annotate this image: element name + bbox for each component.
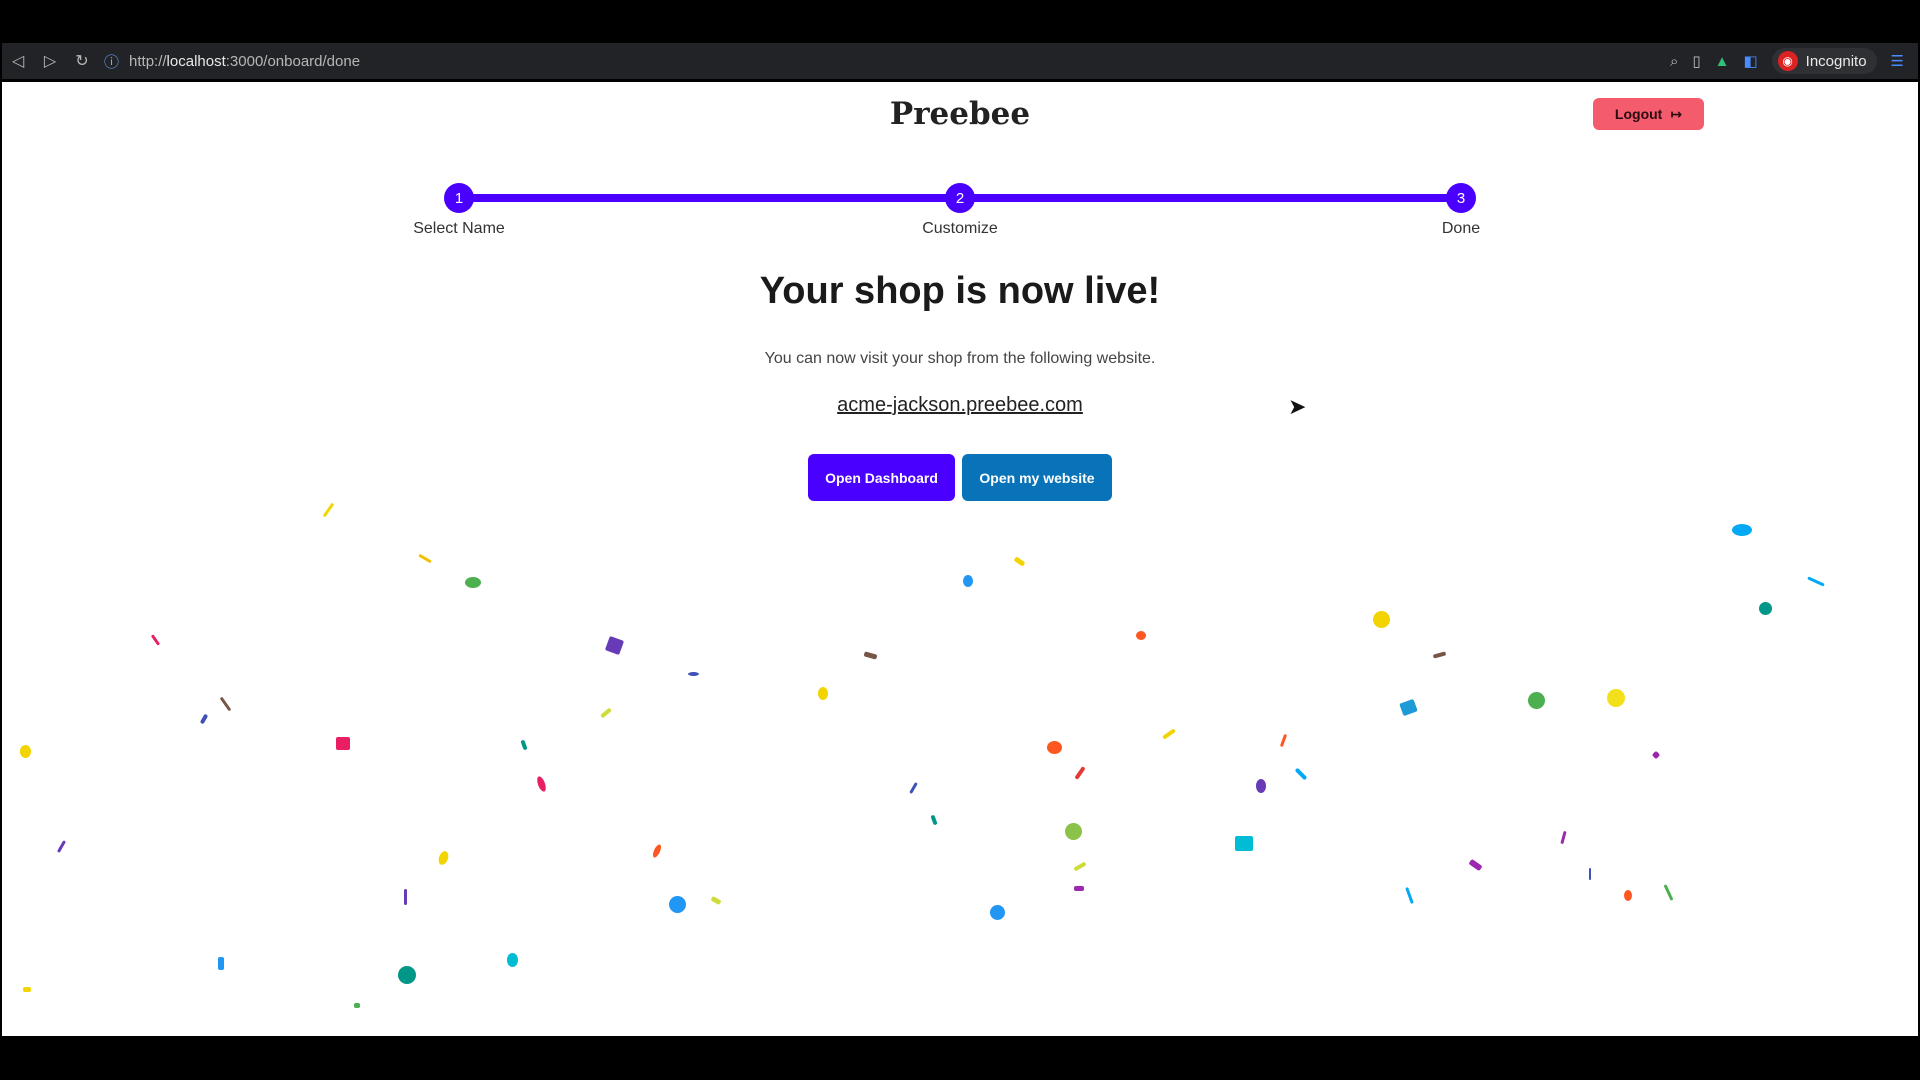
confetti bbox=[990, 905, 1005, 920]
open-website-button[interactable]: Open my website bbox=[962, 454, 1112, 501]
confetti bbox=[1235, 836, 1253, 851]
confetti bbox=[1589, 868, 1591, 880]
confetti bbox=[1651, 750, 1661, 760]
url-prefix: http:// bbox=[129, 52, 167, 70]
confetti bbox=[418, 553, 432, 564]
open-dashboard-button[interactable]: Open Dashboard bbox=[808, 454, 955, 501]
confetti bbox=[1013, 556, 1026, 567]
reload-icon[interactable]: ↻ bbox=[66, 43, 98, 79]
confetti bbox=[1732, 524, 1752, 536]
confetti bbox=[1528, 692, 1545, 709]
step-2-dot: 2 bbox=[945, 183, 975, 213]
confetti bbox=[1136, 631, 1146, 640]
confetti bbox=[1074, 766, 1086, 780]
confetti bbox=[669, 896, 686, 913]
confetti bbox=[909, 782, 918, 794]
confetti bbox=[507, 953, 518, 967]
confetti bbox=[219, 696, 232, 712]
confetti bbox=[818, 687, 828, 700]
confetti bbox=[1294, 767, 1308, 781]
confetti bbox=[1065, 823, 1082, 840]
confetti bbox=[863, 651, 878, 660]
confetti bbox=[1073, 861, 1087, 872]
confetti bbox=[963, 575, 973, 587]
confetti bbox=[1074, 886, 1084, 891]
confetti bbox=[20, 745, 31, 758]
confetti bbox=[436, 849, 451, 867]
logout-button[interactable]: Logout ↦ bbox=[1593, 98, 1704, 130]
confetti bbox=[1373, 611, 1390, 628]
incognito-badge[interactable]: ◉ Incognito bbox=[1771, 48, 1877, 74]
step-1-label: Select Name bbox=[413, 220, 505, 237]
confetti bbox=[1624, 890, 1632, 901]
confetti bbox=[199, 713, 209, 725]
url-path: :3000/onboard/done bbox=[225, 52, 361, 70]
confetti bbox=[1432, 651, 1447, 659]
confetti bbox=[336, 737, 350, 750]
confetti bbox=[1560, 830, 1567, 845]
confetti bbox=[1607, 689, 1625, 707]
step-2-label: Customize bbox=[922, 220, 998, 237]
confetti bbox=[354, 1003, 360, 1008]
confetti bbox=[1759, 602, 1772, 615]
confetti bbox=[1279, 733, 1288, 748]
confetti bbox=[404, 889, 407, 905]
logout-label: Logout bbox=[1614, 106, 1663, 122]
confetti bbox=[535, 775, 548, 793]
confetti bbox=[1162, 728, 1176, 740]
step-3-label: Done bbox=[1441, 220, 1481, 237]
confetti bbox=[1256, 779, 1266, 793]
menu-icon[interactable]: ☰ bbox=[1891, 52, 1904, 70]
forward-icon[interactable]: ▷ bbox=[34, 43, 66, 79]
page-title: Your shop is now live! bbox=[759, 270, 1161, 312]
confetti bbox=[600, 707, 612, 719]
confetti bbox=[23, 987, 31, 992]
confetti bbox=[930, 814, 938, 826]
confetti bbox=[398, 966, 416, 984]
incognito-icon: ◉ bbox=[1777, 51, 1798, 71]
bookmark-icon[interactable]: ▯ bbox=[1692, 52, 1700, 70]
confetti bbox=[1047, 741, 1062, 754]
confetti bbox=[150, 634, 161, 646]
url-host: localhost bbox=[166, 52, 226, 70]
sidepanel-icon[interactable]: ◧ bbox=[1743, 52, 1757, 70]
confetti bbox=[465, 577, 481, 588]
confetti bbox=[688, 672, 699, 676]
confetti bbox=[322, 502, 335, 518]
mouse-cursor-icon: ➤ bbox=[1288, 394, 1307, 419]
shop-url-link[interactable]: acme-jackson.preebee.com bbox=[2, 394, 1918, 417]
confetti bbox=[1807, 576, 1825, 587]
back-icon[interactable]: ◁ bbox=[2, 43, 34, 79]
logout-icon: ↦ bbox=[1670, 105, 1683, 122]
browser-actions: ⌕ ▯ ▲ ◧ ◉ Incognito ☰ bbox=[1670, 48, 1904, 74]
zoom-icon[interactable]: ⌕ bbox=[1670, 53, 1678, 70]
confetti bbox=[1399, 698, 1418, 717]
site-info-icon[interactable]: ⓘ bbox=[104, 51, 119, 72]
confetti bbox=[520, 739, 528, 751]
confetti bbox=[56, 840, 67, 853]
confetti bbox=[651, 843, 663, 859]
extension-icon[interactable]: ▲ bbox=[1715, 53, 1730, 70]
confetti bbox=[710, 895, 722, 906]
confetti bbox=[1468, 858, 1483, 872]
page-subtext: You can now visit your shop from the fol… bbox=[764, 350, 1156, 367]
confetti bbox=[218, 957, 224, 970]
step-3-dot: 3 bbox=[1446, 183, 1476, 213]
incognito-label: Incognito bbox=[1805, 52, 1867, 70]
step-1-dot: 1 bbox=[444, 183, 474, 213]
confetti bbox=[1405, 886, 1414, 905]
confetti bbox=[1663, 884, 1674, 901]
address-bar[interactable]: ⓘ http://localhost:3000/onboard/done bbox=[104, 51, 1670, 72]
browser-toolbar: ◁ ▷ ↻ ⓘ http://localhost:3000/onboard/do… bbox=[2, 43, 1918, 79]
confetti bbox=[604, 635, 625, 656]
page-content: Preebee Logout ↦ 1 2 3 Select Name Custo… bbox=[2, 82, 1918, 1036]
